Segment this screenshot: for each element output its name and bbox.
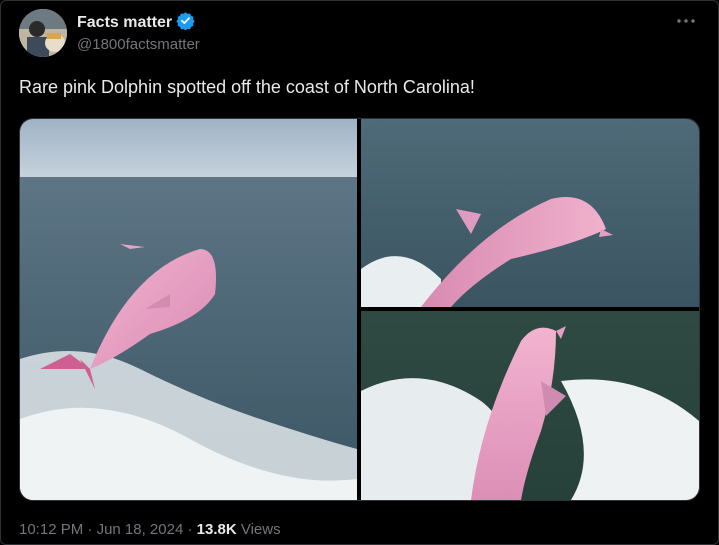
post-text: Rare pink Dolphin spotted off the coast … bbox=[19, 77, 475, 97]
media-image-2[interactable] bbox=[361, 119, 699, 307]
more-horizontal-icon[interactable] bbox=[671, 11, 701, 31]
meta-separator: · bbox=[87, 521, 93, 538]
views-count: 13.8K bbox=[196, 521, 237, 538]
author-handle[interactable]: @1800factsmatter bbox=[77, 36, 200, 53]
avatar[interactable] bbox=[19, 9, 67, 57]
meta-separator: · bbox=[187, 521, 193, 538]
media-image-1[interactable] bbox=[20, 119, 357, 500]
post-card: Facts matter @1800factsmatter Rare pink … bbox=[0, 0, 719, 545]
media-grid bbox=[19, 118, 700, 501]
post-meta: 10:12 PM · Jun 18, 2024 · 13.8K Views bbox=[19, 521, 281, 538]
views-label: Views bbox=[240, 521, 281, 538]
media-image-3[interactable] bbox=[361, 311, 699, 500]
verified-badge-icon bbox=[176, 11, 195, 35]
post-date[interactable]: Jun 18, 2024 bbox=[97, 521, 184, 538]
post-time[interactable]: 10:12 PM bbox=[19, 521, 83, 538]
author-name[interactable]: Facts matter bbox=[77, 14, 172, 32]
